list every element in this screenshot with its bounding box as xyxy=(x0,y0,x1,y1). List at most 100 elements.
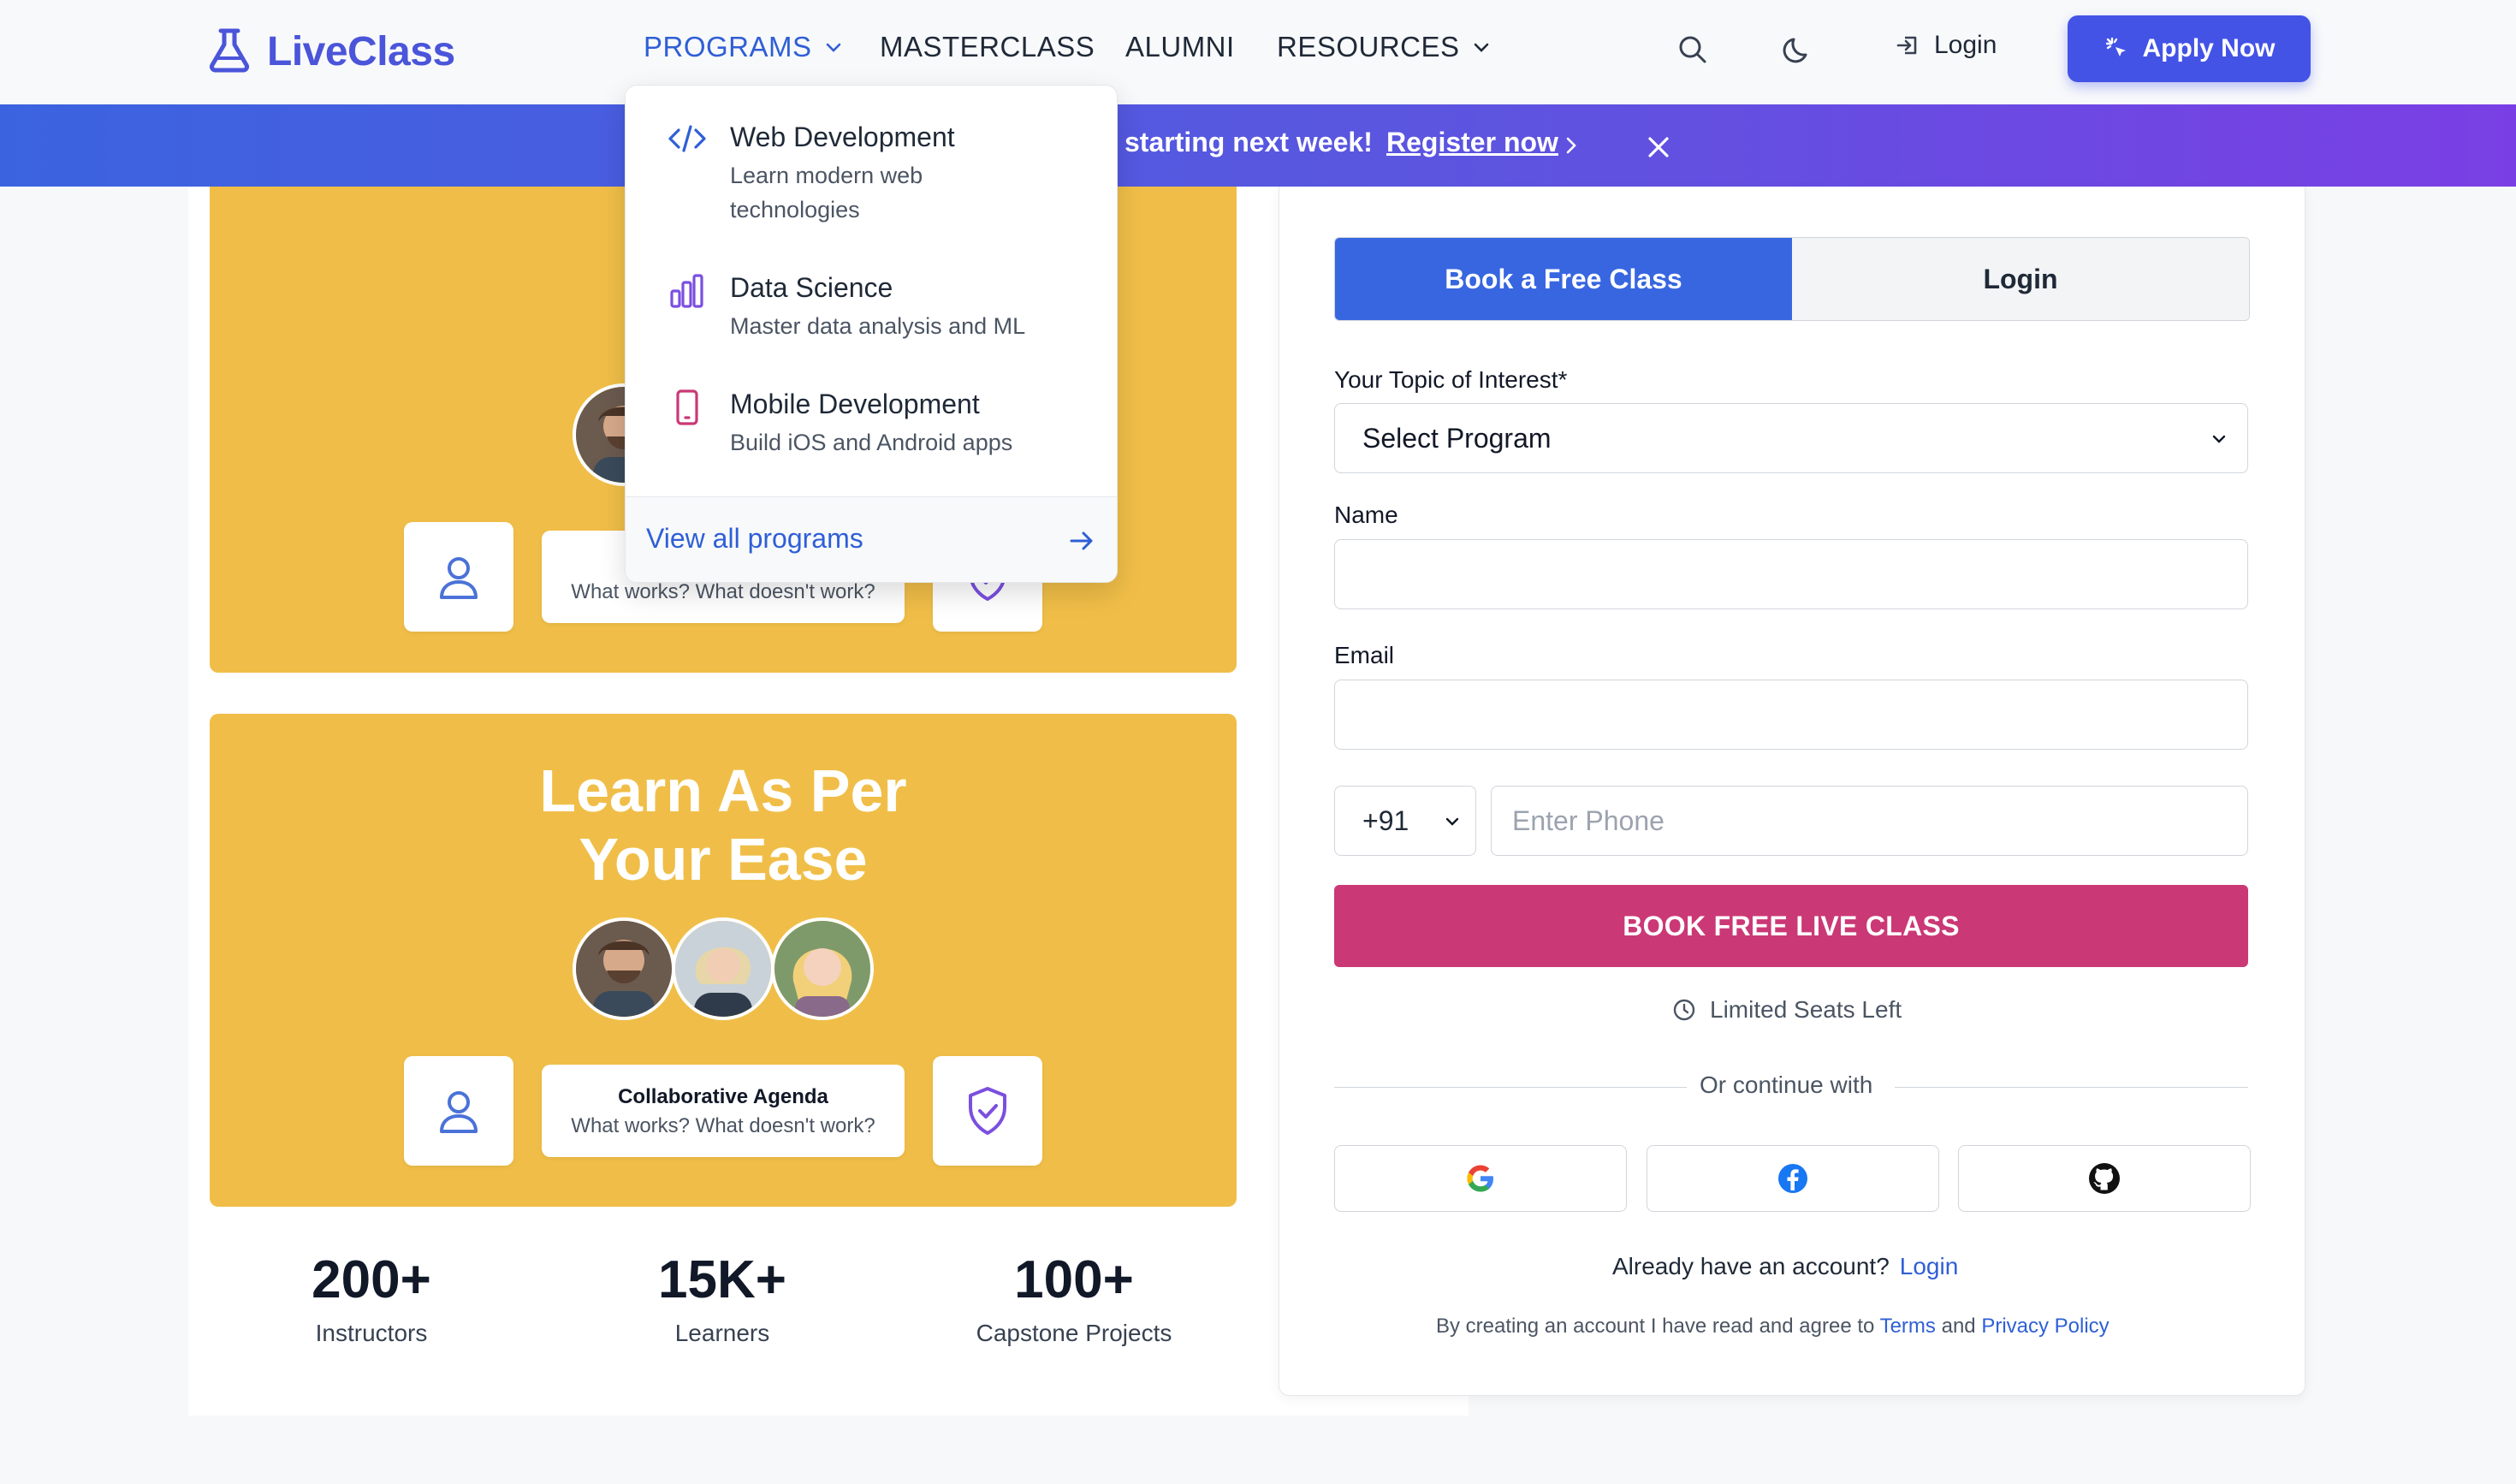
phone-placeholder: Enter Phone xyxy=(1512,804,1664,836)
tab-book-free-class[interactable]: Book a Free Class xyxy=(1335,238,1792,320)
divider-left xyxy=(1334,1087,1687,1088)
chevron-right-icon xyxy=(1566,137,1576,154)
terms-notice: By creating an account I have read and a… xyxy=(1436,1315,2110,1339)
shield-check-icon xyxy=(969,1087,1006,1135)
view-all-programs-link[interactable]: View all programs xyxy=(646,523,863,555)
nav-alumni[interactable]: ALUMNI xyxy=(1125,31,1235,63)
header-login-label: Login xyxy=(1934,31,1997,59)
terms-and-text: and xyxy=(1941,1315,1976,1338)
nav-masterclass[interactable]: MASTERCLASS xyxy=(880,31,1095,63)
moon-icon[interactable] xyxy=(1778,31,1816,68)
search-icon[interactable] xyxy=(1674,31,1712,68)
book-free-live-class-button[interactable]: BOOK FREE LIVE CLASS xyxy=(1334,885,2248,967)
stat-projects: 100+ Capstone Projects xyxy=(946,1246,1202,1347)
tab-login[interactable]: Login xyxy=(1792,238,2249,320)
facebook-icon xyxy=(1778,1164,1807,1193)
arrow-right-icon xyxy=(1070,531,1093,550)
dropdown-item-desc: Learn modern web technologies xyxy=(730,163,923,223)
phone-input[interactable]: Enter Phone xyxy=(1491,786,2248,856)
email-label: Email xyxy=(1334,642,1395,668)
topic-label: Your Topic of Interest* xyxy=(1334,366,1568,393)
close-icon[interactable] xyxy=(1640,128,1677,166)
country-code-select[interactable]: +91 xyxy=(1334,786,1476,856)
agenda-feature-box: Collaborative Agenda What works? What do… xyxy=(542,1065,905,1157)
smartphone-icon xyxy=(676,389,698,425)
stat-learners: 15K+ Learners xyxy=(594,1246,851,1347)
terms-link[interactable]: Terms xyxy=(1880,1315,1936,1338)
nav-programs[interactable]: PROGRAMS xyxy=(644,31,843,63)
clock-icon xyxy=(1673,999,1695,1021)
stat-number: 15K+ xyxy=(658,1250,786,1309)
github-login-button[interactable] xyxy=(1958,1145,2251,1212)
banner-text: starting next week! xyxy=(1124,127,1373,157)
brand-logo[interactable]: LiveClass xyxy=(205,24,455,79)
dropdown-item-data-science[interactable]: Data Science Master data analysis and ML xyxy=(667,272,1025,343)
nav-alumni-label: ALUMNI xyxy=(1125,31,1235,62)
avatar xyxy=(672,917,774,1020)
agenda-desc: What works? What doesn't work? xyxy=(571,1114,875,1137)
google-login-button[interactable] xyxy=(1334,1145,1627,1212)
already-login-link[interactable]: Login xyxy=(1900,1253,1959,1279)
apply-now-button[interactable]: Apply Now xyxy=(2068,15,2311,82)
register-now-link[interactable]: Register now xyxy=(1386,127,1558,158)
nav-masterclass-label: MASTERCLASS xyxy=(880,31,1095,62)
user-feature-box xyxy=(404,522,513,632)
dropdown-item-mobile-development[interactable]: Mobile Development Build iOS and Android… xyxy=(667,389,1012,460)
stat-number: 200+ xyxy=(312,1250,431,1309)
header-login-link[interactable]: Login xyxy=(1895,31,1997,60)
avatar-group xyxy=(573,917,874,1020)
stat-label: Instructors xyxy=(315,1320,428,1346)
dropdown-item-desc: Master data analysis and ML xyxy=(730,313,1026,339)
user-icon xyxy=(440,1091,478,1133)
promo-card-2: Learn As Per Your Ease Collaborative Age… xyxy=(210,714,1237,1207)
chevron-down-icon xyxy=(2212,435,2226,443)
dropdown-item-desc: Build iOS and Android apps xyxy=(730,430,1013,455)
user-feature-box xyxy=(404,1056,513,1166)
view-all-programs-row[interactable]: View all programs xyxy=(626,496,1117,582)
limited-seats-text: Limited Seats Left xyxy=(1710,996,1902,1023)
program-select-value: Select Program xyxy=(1362,422,1552,454)
email-input[interactable] xyxy=(1334,680,2248,750)
dropdown-item-title: Data Science xyxy=(730,272,893,303)
user-icon xyxy=(440,557,478,599)
agenda-desc: What works? What doesn't work? xyxy=(571,580,875,603)
programs-dropdown: Web Development Learn modern web technol… xyxy=(625,85,1118,583)
card-title-line2: Your Ease xyxy=(579,826,868,893)
flask-icon xyxy=(205,26,253,78)
card-title-line1: Learn As Per xyxy=(539,757,907,824)
program-select[interactable]: Select Program xyxy=(1334,403,2248,473)
or-continue-text: Or continue with xyxy=(1700,1071,1873,1098)
chevron-down-icon xyxy=(826,43,840,52)
dropdown-item-title: Mobile Development xyxy=(730,389,980,419)
brand-name: LiveClass xyxy=(267,28,455,74)
github-icon xyxy=(2089,1163,2120,1194)
avatar xyxy=(771,917,874,1020)
stat-label: Learners xyxy=(674,1320,770,1346)
dropdown-item-web-development[interactable]: Web Development Learn modern web technol… xyxy=(667,122,987,227)
code-icon xyxy=(668,125,706,152)
announcement-banner: starting next week! Register now xyxy=(0,104,2516,187)
google-icon xyxy=(1467,1165,1493,1192)
name-label: Name xyxy=(1334,502,1398,528)
chevron-down-icon xyxy=(1445,817,1459,826)
name-input[interactable] xyxy=(1334,539,2248,609)
sparkle-cursor-icon xyxy=(2105,37,2126,56)
nav-resources-label: RESOURCES xyxy=(1277,31,1460,62)
dropdown-item-title: Web Development xyxy=(730,122,955,152)
limited-seats: Limited Seats Left xyxy=(1672,996,1902,1024)
facebook-login-button[interactable] xyxy=(1647,1145,1939,1212)
shield-feature-box xyxy=(933,1056,1042,1166)
avatar xyxy=(573,917,675,1020)
bar-chart-icon xyxy=(670,274,703,308)
already-account-text: Already have an account? xyxy=(1612,1253,1890,1279)
terms-pre-text: By creating an account I have read and a… xyxy=(1436,1315,1875,1338)
stat-label: Capstone Projects xyxy=(976,1320,1172,1346)
nav-resources[interactable]: RESOURCES xyxy=(1277,31,1491,63)
login-icon xyxy=(1896,36,1917,55)
apply-now-label: Apply Now xyxy=(2142,34,2276,62)
privacy-policy-link[interactable]: Privacy Policy xyxy=(1981,1315,2109,1338)
chevron-down-icon xyxy=(1474,43,1488,52)
form-tabs: Book a Free Class Login xyxy=(1334,237,2250,321)
top-header: LiveClass PROGRAMS MASTERCLASS ALUMNI RE… xyxy=(0,0,2516,105)
already-account: Already have an account? Login xyxy=(1612,1253,1958,1280)
